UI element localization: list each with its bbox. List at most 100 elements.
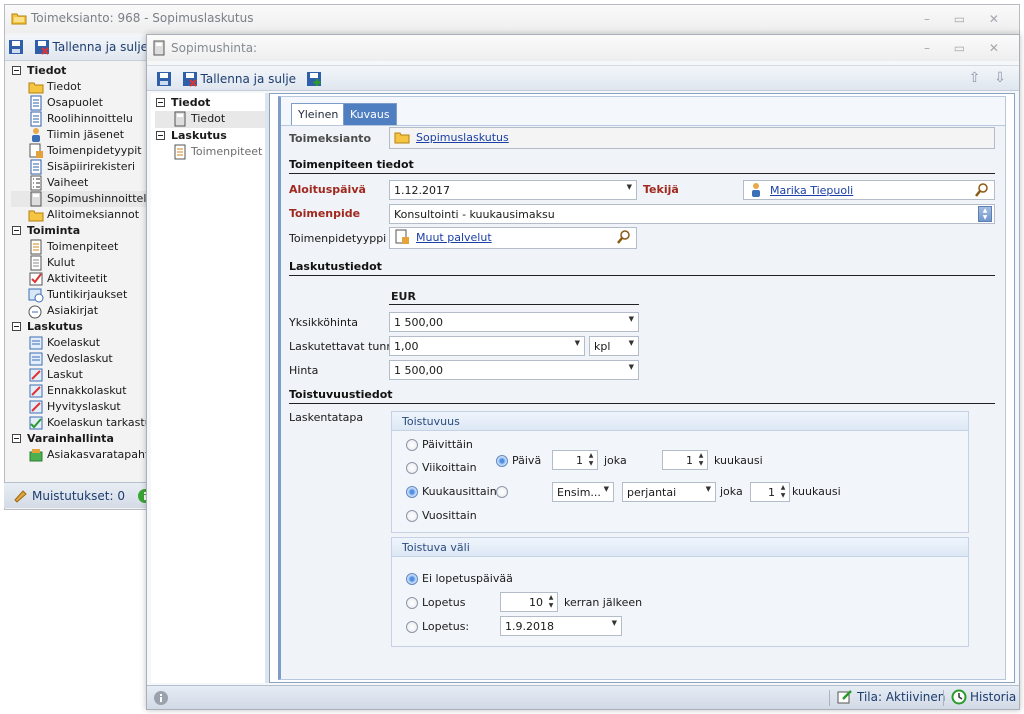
history-button[interactable]: Historia: [951, 689, 1016, 705]
radio-yearly[interactable]: [406, 510, 418, 522]
author-link[interactable]: Marika Tiepuoli: [770, 184, 853, 197]
action-type-icon: [395, 229, 409, 244]
radio-weekly[interactable]: [406, 462, 418, 474]
chevron-down-icon[interactable]: ▼: [629, 363, 634, 371]
unit-price-input[interactable]: 1 500,00 ▼: [389, 312, 639, 332]
tree-group[interactable]: Laskutus: [155, 128, 265, 144]
state-button[interactable]: Tila: Aktiivinen: [837, 689, 945, 705]
tree-item[interactable]: Kulut: [11, 255, 149, 271]
chevron-down-icon[interactable]: ▼: [575, 339, 580, 347]
save-button[interactable]: [5, 35, 27, 59]
radio-no-end-date[interactable]: [406, 573, 418, 585]
collapse-icon[interactable]: [156, 98, 165, 107]
tab-yleinen[interactable]: Yleinen: [291, 103, 346, 125]
tree-item[interactable]: Laskut: [11, 367, 149, 383]
price-input[interactable]: 1 500,00 ▼: [389, 360, 639, 380]
tree-item[interactable]: Toimenpidetyypit: [11, 143, 149, 159]
chevron-down-icon[interactable]: ▼: [612, 619, 617, 627]
end-date-picker[interactable]: 1.9.2018 ▼: [500, 616, 622, 636]
search-icon[interactable]: [974, 182, 990, 198]
tree-item[interactable]: Koelaskun tarkastusp: [11, 415, 149, 431]
search-icon[interactable]: [616, 229, 632, 245]
tree-item[interactable]: Alitoimeksiannot: [11, 207, 149, 223]
start-date-picker[interactable]: 1.12.2017 ▼: [389, 180, 637, 200]
save-and-new-button[interactable]: [303, 67, 325, 91]
toimeksianto-field[interactable]: Sopimuslaskutus: [389, 127, 995, 149]
month-interval-spinner-2[interactable]: 1 ▲ ▼: [750, 482, 790, 502]
save-and-close-button[interactable]: Tallenna ja sulje: [31, 35, 147, 59]
tree-item[interactable]: Sisäpiirirekisteri: [11, 159, 149, 175]
spinner-arrows-icon[interactable]: ▲ ▼: [697, 452, 705, 468]
tree-item[interactable]: Tiimin jäsenet: [11, 127, 149, 143]
spinner-arrows-icon[interactable]: ▲ ▼: [547, 594, 555, 610]
tab-kuvaus[interactable]: Kuvaus: [343, 103, 397, 125]
tree-item[interactable]: Osapuolet: [11, 95, 149, 111]
tree-item[interactable]: Asiakirjat: [11, 303, 149, 319]
billable-hours-input[interactable]: 1,00 ▼: [389, 336, 585, 356]
spinner-arrows-icon[interactable]: ▲ ▼: [779, 484, 787, 500]
chevron-down-icon[interactable]: ▼: [629, 315, 634, 323]
tree-item[interactable]: Tiedot: [11, 79, 149, 95]
chevron-down-icon[interactable]: ▼: [604, 485, 609, 493]
collapse-icon[interactable]: [156, 131, 165, 140]
radio-weekday-of-month[interactable]: [496, 486, 508, 498]
tree-item-selected[interactable]: Sopimushinnoittelu: [11, 191, 149, 207]
collapse-icon[interactable]: [12, 226, 21, 235]
action-input[interactable]: Konsultointi - kuukausimaksu ▲ ▼: [389, 204, 995, 224]
tree-item[interactable]: Koelaskut: [11, 335, 149, 351]
tree-item[interactable]: Ennakkolaskut: [11, 383, 149, 399]
tree-group[interactable]: Varainhallinta: [11, 431, 149, 447]
save-button[interactable]: [153, 67, 175, 91]
tree-item[interactable]: Asiakasvaratapahtur: [11, 447, 149, 463]
chevron-down-icon[interactable]: ▼: [627, 183, 632, 191]
tree-group[interactable]: Laskutus: [11, 319, 149, 335]
invoice-icon: [29, 352, 43, 366]
day-spinner[interactable]: 1 ▲ ▼: [552, 450, 598, 470]
occurrences-spinner[interactable]: 10 ▲ ▼: [500, 592, 558, 612]
tree-item[interactable]: Vedoslaskut: [11, 351, 149, 367]
tree-item[interactable]: Tuntikirjaukset: [11, 287, 149, 303]
toimeksianto-link[interactable]: Sopimuslaskutus: [416, 131, 509, 144]
tree-item[interactable]: Vaiheet: [11, 175, 149, 191]
tree-item[interactable]: Toimenpiteet: [11, 239, 149, 255]
section-title-laskutus: Laskutustiedot: [289, 260, 382, 273]
radio-end-after[interactable]: [406, 597, 418, 609]
tree-group[interactable]: Tiedot: [11, 63, 149, 79]
radio-day-of-month[interactable]: [496, 455, 508, 467]
collapse-icon[interactable]: [12, 434, 21, 443]
edit-status-icon: [837, 690, 852, 704]
window-controls[interactable]: – ▭ ✕: [924, 41, 1009, 55]
info-icon[interactable]: [137, 488, 146, 504]
tree-item[interactable]: Hyvityslaskut: [11, 399, 149, 415]
save-and-close-button[interactable]: Tallenna ja sulje: [179, 67, 300, 91]
unit-select[interactable]: kpl ▼: [589, 336, 639, 356]
tree-item[interactable]: Aktiviteetit: [11, 271, 149, 287]
reminders-button[interactable]: Muistutukset: 0: [12, 488, 125, 504]
action-type-field[interactable]: Muut palvelut: [389, 227, 637, 249]
tree-item-selected[interactable]: Tiedot: [155, 111, 265, 128]
radio-monthly[interactable]: [406, 486, 418, 498]
spinner-arrows-icon[interactable]: ▲ ▼: [587, 452, 595, 468]
scroll-spinner[interactable]: ▲ ▼: [978, 206, 992, 222]
chevron-down-icon[interactable]: ▼: [706, 485, 711, 493]
radio-daily[interactable]: [406, 439, 418, 451]
action-label: Toimenpide: [289, 207, 361, 220]
tree-item[interactable]: Roolihinnoittelu: [11, 111, 149, 127]
info-icon[interactable]: [153, 690, 169, 706]
chevron-down-icon[interactable]: ▼: [629, 339, 634, 347]
tree-group[interactable]: Tiedot: [155, 95, 265, 111]
tree-group[interactable]: Toiminta: [11, 223, 149, 239]
previous-record-button[interactable]: ⇧: [964, 68, 986, 88]
invoice-icon: [29, 368, 43, 382]
author-field[interactable]: Marika Tiepuoli: [743, 180, 995, 200]
collapse-icon[interactable]: [12, 322, 21, 331]
weekday-select[interactable]: perjantai ▼: [622, 482, 716, 502]
tree-item[interactable]: Toimenpiteet: [155, 144, 265, 160]
radio-end-by[interactable]: [406, 621, 418, 633]
action-type-link[interactable]: Muut palvelut: [416, 231, 492, 244]
ordinal-select[interactable]: Ensim... ▼: [552, 482, 614, 502]
month-interval-spinner[interactable]: 1 ▲ ▼: [662, 450, 708, 470]
collapse-icon[interactable]: [12, 66, 21, 75]
next-record-button[interactable]: ⇩: [989, 68, 1011, 88]
window-controls[interactable]: – ▭ ✕: [924, 12, 1009, 26]
